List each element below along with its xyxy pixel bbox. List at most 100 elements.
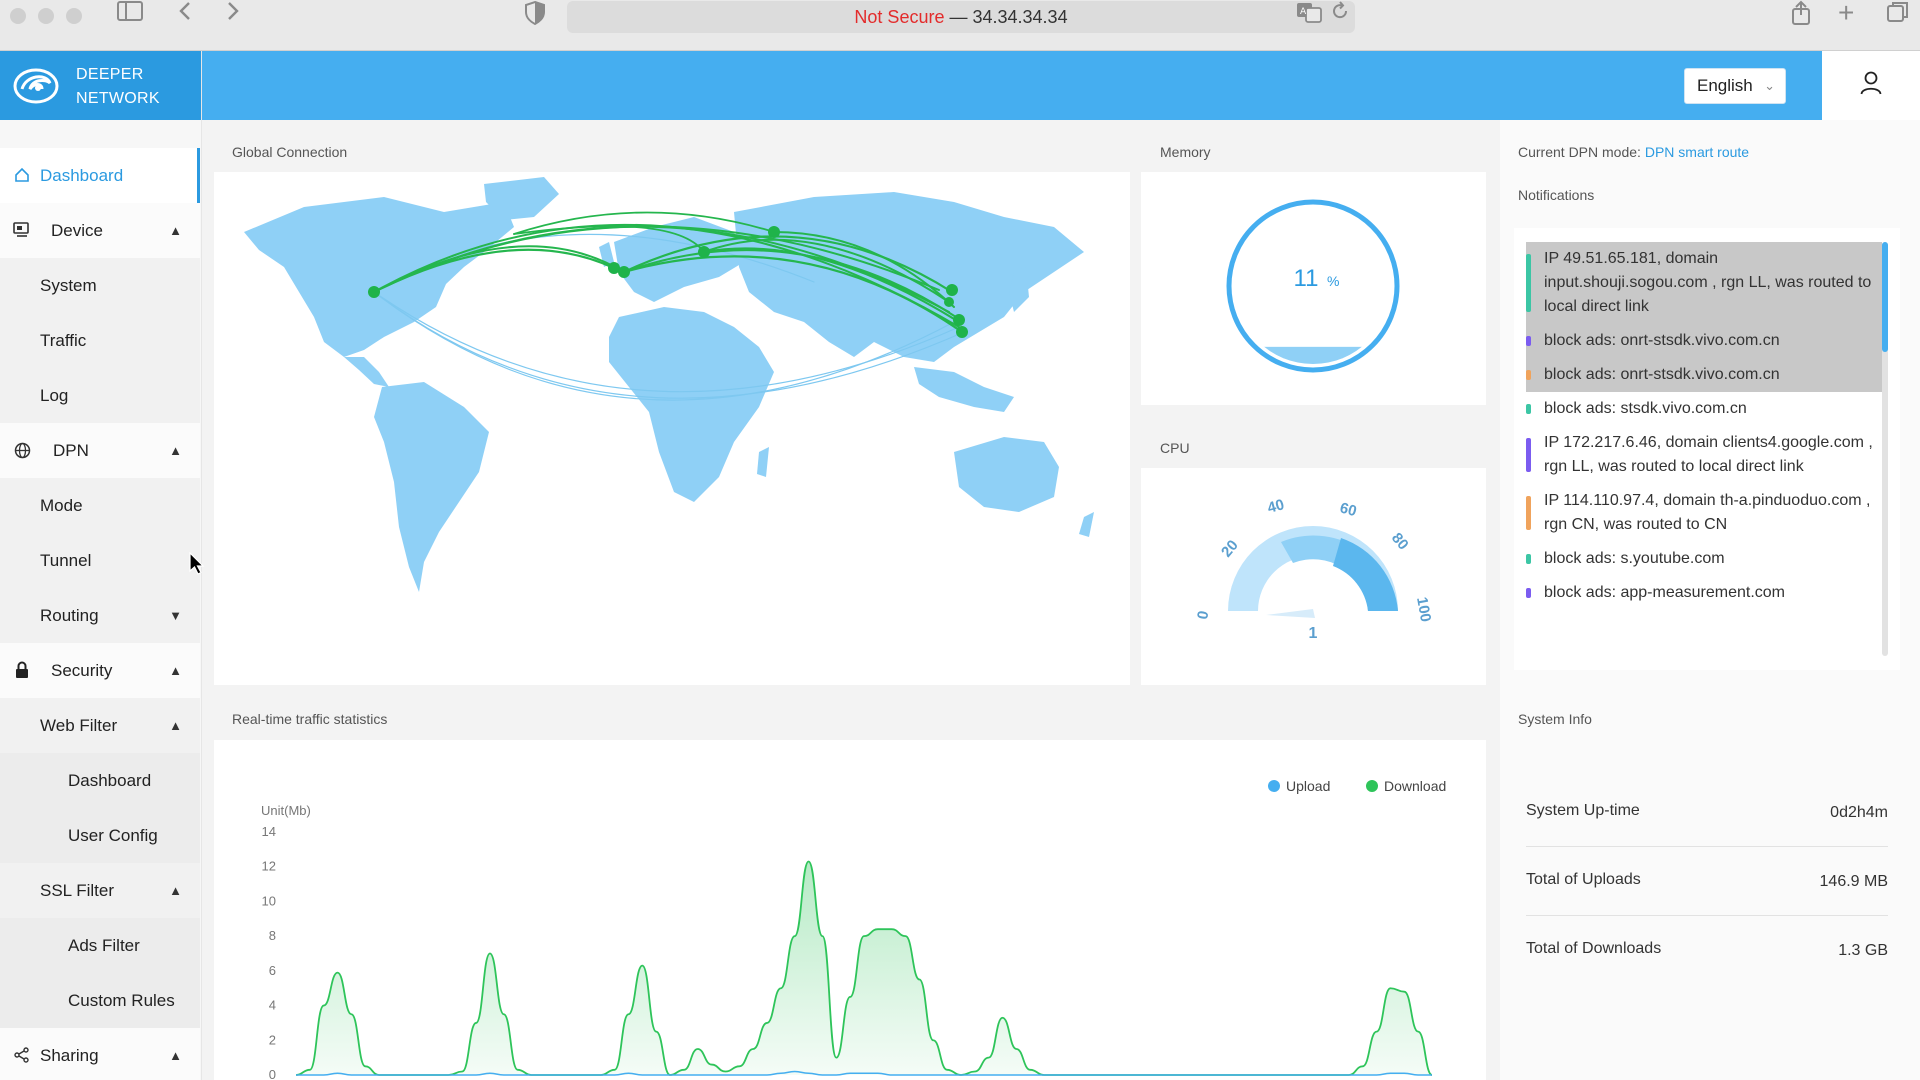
- tabs-overview-icon[interactable]: [1886, 0, 1910, 32]
- chevron-up-icon: ▲: [169, 883, 182, 898]
- world-map-card: [214, 172, 1130, 685]
- notification-text: IP 114.110.97.4, domain th-a.pinduoduo.c…: [1544, 492, 1871, 533]
- memory-card: 11 %: [1141, 172, 1486, 405]
- language-value: English: [1697, 76, 1753, 95]
- info-label: Total of Downloads: [1526, 940, 1662, 957]
- y-tick-label: 8: [269, 928, 276, 943]
- notification-item: block ads: onrt-stsdk.vivo.com.cn: [1526, 324, 1882, 358]
- y-tick-label: 0: [269, 1067, 276, 1080]
- info-label: System Up-time: [1526, 802, 1640, 819]
- y-tick-label: 14: [262, 824, 276, 839]
- node-marker: [953, 314, 965, 326]
- sidebar-item-custom-rules[interactable]: Custom Rules: [0, 973, 200, 1028]
- deeper-logo-icon: [13, 68, 59, 104]
- sidebar-item-user-config[interactable]: User Config: [0, 808, 200, 863]
- sidebar-item-dashboard[interactable]: Dashboard: [0, 148, 200, 203]
- info-value: 0d2h4m: [1830, 804, 1888, 821]
- brand-logo-area[interactable]: DEEPER NETWORK: [0, 51, 201, 120]
- dpn-mode-link[interactable]: DPN smart route: [1645, 144, 1749, 160]
- notification-text: block ads: s.youtube.com: [1544, 550, 1725, 567]
- sidebar-item-web-filter[interactable]: Web Filter ▲: [0, 698, 200, 753]
- shield-icon[interactable]: [524, 0, 546, 34]
- sidebar-item-mode[interactable]: Mode: [0, 478, 200, 533]
- sidebar-item-routing[interactable]: Routing ▼: [0, 588, 200, 643]
- zoom-window-button[interactable]: [66, 8, 82, 24]
- close-window-button[interactable]: [10, 8, 26, 24]
- device-icon: [12, 203, 32, 258]
- sidebar-item-security[interactable]: Security ▲: [0, 643, 200, 698]
- notifications-scroll-thumb[interactable]: [1882, 242, 1888, 352]
- sidebar-item-tunnel[interactable]: Tunnel: [0, 533, 200, 588]
- brand-line-1: DEEPER: [76, 66, 144, 83]
- download-area: [296, 861, 1432, 1075]
- madagascar-shape: [757, 447, 769, 477]
- sidebar-item-ssl-filter[interactable]: SSL Filter ▲: [0, 863, 200, 918]
- dpn-mode-label: Current DPN mode:: [1518, 144, 1645, 160]
- australia-shape: [954, 437, 1059, 512]
- cpu-card: 0 20 40 60 80 100 1: [1141, 468, 1486, 685]
- south-america-shape: [374, 382, 489, 592]
- notifications-title: Notifications: [1518, 187, 1595, 203]
- legend-upload[interactable]: Upload: [1268, 778, 1330, 794]
- central-america-shape: [344, 357, 389, 387]
- sidebar-item-system[interactable]: System: [0, 258, 200, 313]
- minimize-window-button[interactable]: [38, 8, 54, 24]
- sidebar-item-webfilter-dashboard[interactable]: Dashboard: [0, 753, 200, 808]
- download-legend-icon: [1366, 780, 1378, 792]
- notification-color-bar: [1526, 336, 1531, 346]
- sidebar-item-sharing[interactable]: Sharing ▲: [0, 1028, 200, 1080]
- chevron-up-icon: ▲: [169, 1048, 182, 1063]
- notification-text: IP 172.217.6.46, domain clients4.google.…: [1544, 434, 1873, 475]
- traffic-chart: 0 2 4 6 8 10 12 14: [262, 824, 1433, 1080]
- cpu-tick-label: 20: [1218, 537, 1242, 561]
- sidebar-item-log[interactable]: Log: [0, 368, 200, 423]
- info-row-uploads: Total of Uploads 146.9 MB: [1526, 847, 1888, 916]
- forward-icon[interactable]: [226, 0, 240, 30]
- new-tab-icon[interactable]: +: [1838, 0, 1854, 28]
- memory-value: 11: [1294, 265, 1319, 292]
- info-row-downloads: Total of Downloads 1.3 GB: [1526, 916, 1888, 985]
- home-icon: [12, 148, 32, 203]
- sidebar-toggle-icon[interactable]: [117, 0, 143, 30]
- notification-item: block ads: s.youtube.com: [1526, 542, 1882, 576]
- info-value: 146.9 MB: [1819, 873, 1888, 890]
- sidebar-item-device[interactable]: Device ▲: [0, 203, 200, 258]
- address-bar[interactable]: Not Secure — 34.34.34.34: [567, 1, 1355, 33]
- lock-icon: [12, 643, 32, 698]
- reload-icon[interactable]: [1330, 0, 1350, 30]
- sidebar-item-label: Device: [51, 221, 103, 240]
- sidebar-item-label: Web Filter: [40, 716, 118, 735]
- system-info-title: System Info: [1518, 711, 1592, 727]
- notifications-list[interactable]: IP 49.51.65.181, domain input.shouji.sog…: [1526, 242, 1882, 656]
- notification-item: IP 172.217.6.46, domain clients4.google.…: [1526, 426, 1882, 484]
- node-marker: [946, 284, 958, 296]
- sidebar-item-label: Log: [40, 386, 69, 405]
- globe-icon: [12, 423, 32, 478]
- cpu-title: CPU: [1160, 440, 1190, 456]
- y-tick-label: 4: [269, 998, 276, 1013]
- traffic-title: Real-time traffic statistics: [232, 711, 388, 727]
- notification-text: block ads: stsdk.vivo.com.cn: [1544, 400, 1747, 417]
- brand-name: DEEPER NETWORK: [76, 63, 160, 111]
- sidebar-item-traffic[interactable]: Traffic: [0, 313, 200, 368]
- back-icon[interactable]: [178, 0, 192, 30]
- translate-icon[interactable]: A: [1296, 0, 1322, 32]
- sidebar-item-ads-filter[interactable]: Ads Filter: [0, 918, 200, 973]
- notification-color-bar: [1526, 496, 1531, 530]
- chevron-up-icon: ▲: [169, 443, 182, 458]
- sidebar-item-label: System: [40, 276, 97, 295]
- notification-item: IP 114.110.97.4, domain th-a.pinduoduo.c…: [1526, 484, 1882, 542]
- sidebar: DEEPER NETWORK Dashboard Device ▲ System…: [0, 51, 202, 1080]
- legend-download[interactable]: Download: [1366, 778, 1446, 794]
- language-select[interactable]: English ⌄: [1684, 68, 1786, 104]
- chevron-up-icon: ▲: [169, 718, 182, 733]
- brand-line-2: NETWORK: [76, 90, 160, 107]
- cpu-tick-label: 0: [1194, 610, 1212, 621]
- sidebar-item-label: User Config: [68, 826, 158, 845]
- legend-upload-label: Upload: [1286, 778, 1331, 794]
- share-icon[interactable]: [1790, 0, 1812, 34]
- user-menu-button[interactable]: [1822, 51, 1920, 120]
- sidebar-item-dpn[interactable]: DPN ▲: [0, 423, 200, 478]
- cpu-tick-label: 100: [1413, 596, 1434, 624]
- notification-color-bar: [1526, 554, 1531, 564]
